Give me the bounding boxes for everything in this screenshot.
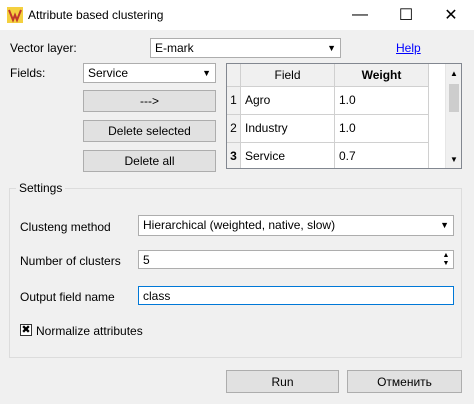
- vector-layer-label: Vector layer:: [10, 41, 77, 55]
- scroll-up-icon[interactable]: ▲: [448, 66, 460, 80]
- minimize-button[interactable]: —: [337, 0, 383, 30]
- table-cell-field[interactable]: Industry: [241, 115, 335, 143]
- vector-layer-value: E-mark: [155, 41, 194, 55]
- table-cell-weight[interactable]: 0.7: [335, 143, 429, 168]
- run-label: Run: [271, 374, 294, 389]
- close-icon: ✕: [444, 7, 458, 24]
- normalize-checkbox[interactable]: ✖: [20, 324, 32, 336]
- fields-label: Fields:: [10, 66, 46, 80]
- method-select[interactable]: Hierarchical (weighted, native, slow) ▼: [138, 215, 454, 236]
- table-cell-weight[interactable]: 1.0: [335, 115, 429, 143]
- add-field-label: --->: [140, 94, 159, 108]
- output-field-input[interactable]: class: [138, 286, 454, 305]
- settings-title: Settings: [16, 181, 66, 195]
- maximize-button[interactable]: ☐: [383, 0, 429, 30]
- fields-select[interactable]: Service ▼: [83, 63, 216, 83]
- app-logo-icon: [7, 7, 23, 23]
- column-header-field[interactable]: Field: [241, 64, 335, 87]
- spin-down-icon[interactable]: ▼: [439, 259, 453, 267]
- normalize-label: Normalize attributes: [36, 324, 143, 338]
- cancel-label: Отменить: [377, 374, 432, 389]
- clusters-stepper[interactable]: ▲ ▼: [439, 251, 453, 268]
- title-bar: Attribute based clustering — ☐ ✕: [0, 0, 474, 30]
- clusters-spinbox[interactable]: 5 ▲ ▼: [138, 250, 454, 269]
- clusters-value: 5: [143, 253, 150, 267]
- table-corner: [227, 64, 241, 87]
- clusters-label: Number of clusters: [20, 254, 121, 268]
- add-field-button[interactable]: --->: [83, 90, 216, 112]
- run-button[interactable]: Run: [226, 370, 339, 393]
- scroll-down-icon[interactable]: ▼: [448, 152, 460, 166]
- chevron-down-icon: ▼: [440, 220, 449, 230]
- check-icon: ✖: [21, 323, 31, 336]
- table-cell-field[interactable]: Service: [241, 143, 335, 168]
- scroll-thumb[interactable]: [449, 84, 459, 112]
- delete-selected-label: Delete selected: [108, 124, 191, 138]
- delete-all-button[interactable]: Delete all: [83, 150, 216, 172]
- vector-layer-select[interactable]: E-mark ▼: [150, 38, 341, 58]
- chevron-down-icon: ▼: [202, 68, 211, 78]
- spin-up-icon[interactable]: ▲: [439, 251, 453, 259]
- minimize-icon: —: [352, 6, 368, 23]
- close-button[interactable]: ✕: [428, 0, 474, 30]
- method-value: Hierarchical (weighted, native, slow): [143, 218, 336, 232]
- output-label: Output field name: [20, 290, 115, 304]
- row-number[interactable]: 1: [227, 87, 241, 115]
- table-cell-field[interactable]: Agro: [241, 87, 335, 115]
- column-header-weight[interactable]: Weight: [335, 64, 429, 87]
- table-scrollbar[interactable]: ▲ ▼: [445, 64, 461, 168]
- row-number[interactable]: 2: [227, 115, 241, 143]
- cancel-button[interactable]: Отменить: [347, 370, 462, 393]
- help-link[interactable]: Help: [396, 41, 421, 55]
- delete-selected-button[interactable]: Delete selected: [83, 120, 216, 142]
- output-field-value: class: [143, 289, 171, 303]
- method-label: Clusteng method: [20, 220, 111, 234]
- delete-all-label: Delete all: [124, 154, 175, 168]
- maximize-icon: ☐: [398, 7, 414, 24]
- table-cell-weight[interactable]: 1.0: [335, 87, 429, 115]
- window-title: Attribute based clustering: [28, 8, 164, 22]
- fields-table[interactable]: Field Weight 1 Agro 1.0 2 Industry 1.0 3…: [226, 63, 462, 169]
- row-number[interactable]: 3: [227, 143, 241, 168]
- chevron-down-icon: ▼: [327, 43, 336, 53]
- fields-value: Service: [88, 66, 129, 80]
